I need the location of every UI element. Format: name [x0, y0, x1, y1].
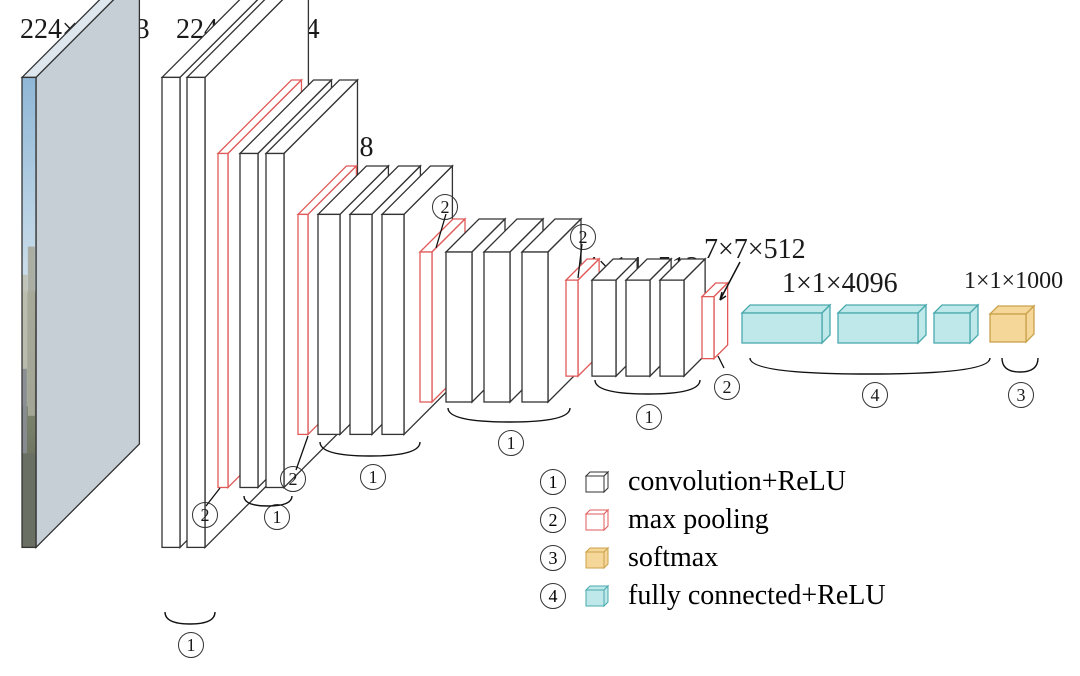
legend-row-softmax: 3 softmax — [540, 542, 886, 574]
legend-num-1: 1 — [540, 469, 566, 495]
legend-row-conv: 1 convolution+ReLU — [540, 466, 886, 498]
legend-text-pool: max pooling — [628, 504, 769, 536]
mark-conv5: 1 — [636, 400, 662, 430]
legend-num-3: 3 — [540, 545, 566, 571]
dim-label-softmax: 1×1×1000 — [964, 268, 1063, 295]
legend-num-4: 4 — [540, 583, 566, 609]
mark-conv1: 1 — [264, 500, 290, 530]
mark-pool2: 2 — [280, 462, 306, 492]
mark-conv1b: 1 — [178, 628, 204, 658]
dim-label-fc: 1×1×4096 — [782, 268, 898, 300]
block-input-image — [20, 0, 141, 549]
block-softmax — [988, 304, 1036, 344]
mark-softm: 3 — [1008, 378, 1034, 408]
legend-num-2: 2 — [540, 507, 566, 533]
mark-pool5: 2 — [714, 370, 740, 400]
legend: 1 convolution+ReLU 2 max pooling 3 softm… — [540, 460, 886, 618]
legend-cube-pool — [582, 508, 612, 532]
mark-pool4: 2 — [570, 220, 596, 250]
legend-text-conv: convolution+ReLU — [628, 466, 846, 498]
legend-row-fc: 4 fully connected+ReLU — [540, 580, 886, 612]
block-fc1 — [740, 303, 832, 345]
dim-label-pool5: 7×7×512 — [704, 234, 806, 266]
legend-text-softmax: softmax — [628, 542, 718, 574]
block-pool5 — [700, 281, 730, 361]
mark-pool3: 2 — [432, 190, 458, 220]
legend-cube-softmax — [582, 546, 612, 570]
mark-conv4: 1 — [498, 426, 524, 456]
block-fc2 — [836, 303, 928, 345]
mark-conv3: 1 — [360, 460, 386, 490]
legend-text-fc: fully connected+ReLU — [628, 580, 886, 612]
block-fc3 — [932, 303, 980, 345]
legend-row-pool: 2 max pooling — [540, 504, 886, 536]
mark-pool1: 2 — [192, 498, 218, 528]
mark-fc: 4 — [862, 378, 888, 408]
legend-cube-conv — [582, 470, 612, 494]
legend-cube-fc — [582, 584, 612, 608]
